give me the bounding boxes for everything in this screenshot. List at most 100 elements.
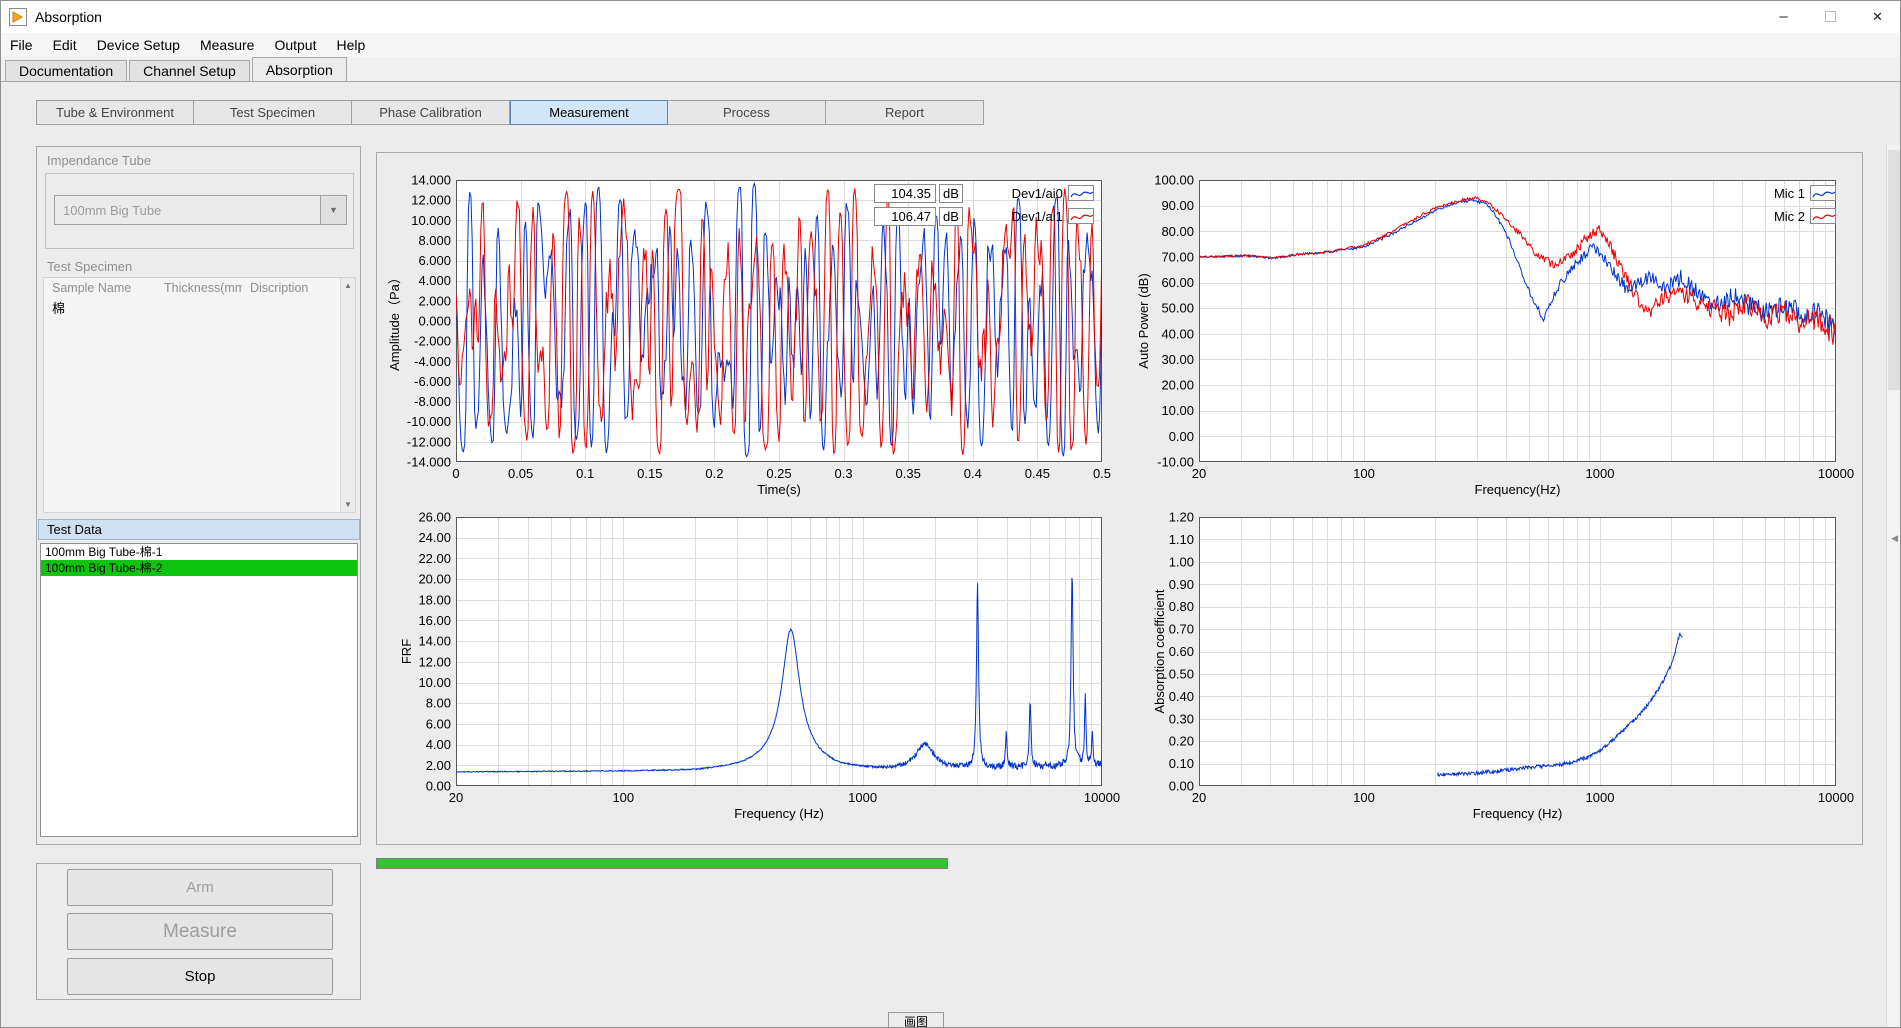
x-axis-label: Time(s) (757, 482, 801, 497)
window-title: Absorption (35, 9, 102, 25)
svg-text:18.00: 18.00 (418, 592, 451, 607)
legend-plot-icon[interactable] (1810, 185, 1836, 201)
svg-text:100: 100 (612, 790, 634, 805)
svg-text:-4.000: -4.000 (414, 354, 451, 369)
svg-text:0.2: 0.2 (705, 466, 723, 481)
bottom-page-tab-label: 画图 (904, 1013, 928, 1028)
test-specimen-label: Test Specimen (47, 259, 132, 274)
level-readout: 106.47 (874, 207, 936, 226)
minimize-button[interactable]: – (1760, 0, 1807, 33)
x-axis-label: Frequency (Hz) (734, 806, 824, 821)
collapse-pane-icon[interactable]: ◀ (1891, 533, 1898, 544)
subtab-report[interactable]: Report (826, 100, 984, 125)
svg-text:10000: 10000 (1818, 466, 1854, 481)
svg-text:0.15: 0.15 (637, 466, 662, 481)
svg-text:14.000: 14.000 (411, 173, 451, 188)
tab-documentation[interactable]: Documentation (5, 60, 127, 82)
svg-text:0.25: 0.25 (766, 466, 791, 481)
test-data-list: 100mm Big Tube-棉-1100mm Big Tube-棉-2 (40, 543, 358, 837)
svg-text:12.000: 12.000 (411, 193, 451, 208)
svg-text:4.000: 4.000 (418, 273, 451, 288)
svg-text:-12.000: -12.000 (407, 434, 451, 449)
scroll-down-icon[interactable]: ▼ (344, 500, 352, 509)
window-controls: – ✕ (1760, 0, 1901, 33)
menu-item-output[interactable]: Output (264, 33, 326, 57)
legend-label: Mic 1 (1757, 186, 1805, 201)
svg-text:6.00: 6.00 (426, 716, 451, 731)
menu-item-measure[interactable]: Measure (190, 33, 264, 57)
svg-text:0.80: 0.80 (1169, 599, 1194, 614)
svg-text:10.00: 10.00 (418, 675, 451, 690)
y-axis-label: Absorption coefficient (1152, 589, 1167, 713)
maximize-button[interactable] (1807, 0, 1854, 33)
specimen-column-discription: Discription (242, 278, 340, 298)
svg-text:10.00: 10.00 (1161, 403, 1194, 418)
charts-panel: 104.35dBDev1/ai0106.47dBDev1/ai1 Mic 1Mi… (376, 152, 1863, 845)
close-button[interactable]: ✕ (1854, 0, 1901, 33)
menu-bar: FileEditDevice SetupMeasureOutputHelp (0, 33, 1901, 57)
svg-text:0.5: 0.5 (1093, 466, 1111, 481)
autopower-chart-legend: Mic 1Mic 2 (1757, 183, 1836, 226)
bottom-page-tab[interactable]: 画图 (888, 1012, 944, 1028)
test-data-item[interactable]: 100mm Big Tube-棉-2 (41, 560, 357, 576)
svg-text:1000: 1000 (1586, 790, 1615, 805)
svg-text:4.00: 4.00 (426, 737, 451, 752)
specimen-row[interactable]: 棉 (44, 298, 340, 316)
scrollbar-thumb[interactable] (1888, 150, 1901, 390)
impedance-tube-dropdown[interactable]: 100mm Big Tube ▼ (54, 195, 347, 225)
dropdown-arrow-icon[interactable]: ▼ (320, 196, 346, 224)
x-tick-labels: 20100100010000 (1192, 790, 1854, 805)
y-tick-labels: 14.00012.00010.0008.0006.0004.0002.0000.… (407, 173, 451, 470)
menu-item-device-setup[interactable]: Device Setup (87, 33, 190, 57)
subtab-measurement[interactable]: Measurement (510, 100, 668, 125)
svg-text:10000: 10000 (1818, 790, 1854, 805)
specimen-cell (156, 298, 242, 316)
subtab-phase-calibration[interactable]: Phase Calibration (352, 100, 510, 125)
chart-absorption: 201001000100001.201.101.000.900.800.700.… (1122, 499, 1864, 846)
svg-text:26.00: 26.00 (418, 510, 451, 525)
test-specimen-table: Sample NameThickness(mm)Discription 棉 ▲ … (43, 277, 356, 513)
chart-autopower: 20100100010000100.0090.0080.0070.0060.00… (1122, 153, 1864, 499)
svg-text:1.00: 1.00 (1169, 554, 1194, 569)
svg-text:10.000: 10.000 (411, 213, 451, 228)
stop-button[interactable]: Stop (67, 958, 333, 995)
svg-text:0.10: 0.10 (1169, 756, 1194, 771)
svg-text:0.20: 0.20 (1169, 734, 1194, 749)
svg-text:0: 0 (452, 466, 459, 481)
svg-text:80.00: 80.00 (1161, 224, 1194, 239)
legend-plot-icon[interactable] (1068, 185, 1094, 201)
svg-text:8.00: 8.00 (426, 696, 451, 711)
legend-plot-icon[interactable] (1068, 208, 1094, 224)
scroll-up-icon[interactable]: ▲ (344, 281, 352, 290)
test-data-label: Test Data (47, 522, 102, 537)
svg-text:24.00: 24.00 (418, 530, 451, 545)
svg-text:0.000: 0.000 (418, 314, 451, 329)
arm-button[interactable]: Arm (67, 869, 333, 906)
svg-text:1.10: 1.10 (1169, 532, 1194, 547)
svg-text:2.000: 2.000 (418, 293, 451, 308)
subtab-process[interactable]: Process (668, 100, 826, 125)
specimen-cell (242, 298, 340, 316)
svg-text:0.70: 0.70 (1169, 622, 1194, 637)
specimen-table-scrollbar[interactable]: ▲ ▼ (340, 278, 355, 512)
tab-bar-divider (0, 81, 1901, 82)
tab-channel-setup[interactable]: Channel Setup (129, 60, 250, 82)
subtab-test-specimen[interactable]: Test Specimen (194, 100, 352, 125)
svg-text:-2.000: -2.000 (414, 334, 451, 349)
svg-text:10000: 10000 (1084, 790, 1120, 805)
specimen-column-thickness-mm: Thickness(mm) (156, 278, 242, 298)
test-data-item[interactable]: 100mm Big Tube-棉-1 (41, 544, 357, 560)
subtab-tube-environment[interactable]: Tube & Environment (36, 100, 194, 125)
legend-label: Dev1/ai1 (963, 209, 1063, 224)
menu-item-file[interactable]: File (0, 33, 43, 57)
svg-text:0.50: 0.50 (1169, 666, 1194, 681)
svg-text:0.05: 0.05 (508, 466, 533, 481)
y-axis-label: FRF (399, 639, 414, 664)
menu-item-help[interactable]: Help (326, 33, 375, 57)
measure-button[interactable]: Measure (67, 913, 333, 950)
menu-item-edit[interactable]: Edit (43, 33, 87, 57)
tab-absorption[interactable]: Absorption (252, 57, 347, 82)
legend-plot-icon[interactable] (1810, 208, 1836, 224)
svg-text:20.00: 20.00 (1161, 378, 1194, 393)
vertical-scrollbar[interactable]: ◀ (1886, 145, 1901, 1028)
